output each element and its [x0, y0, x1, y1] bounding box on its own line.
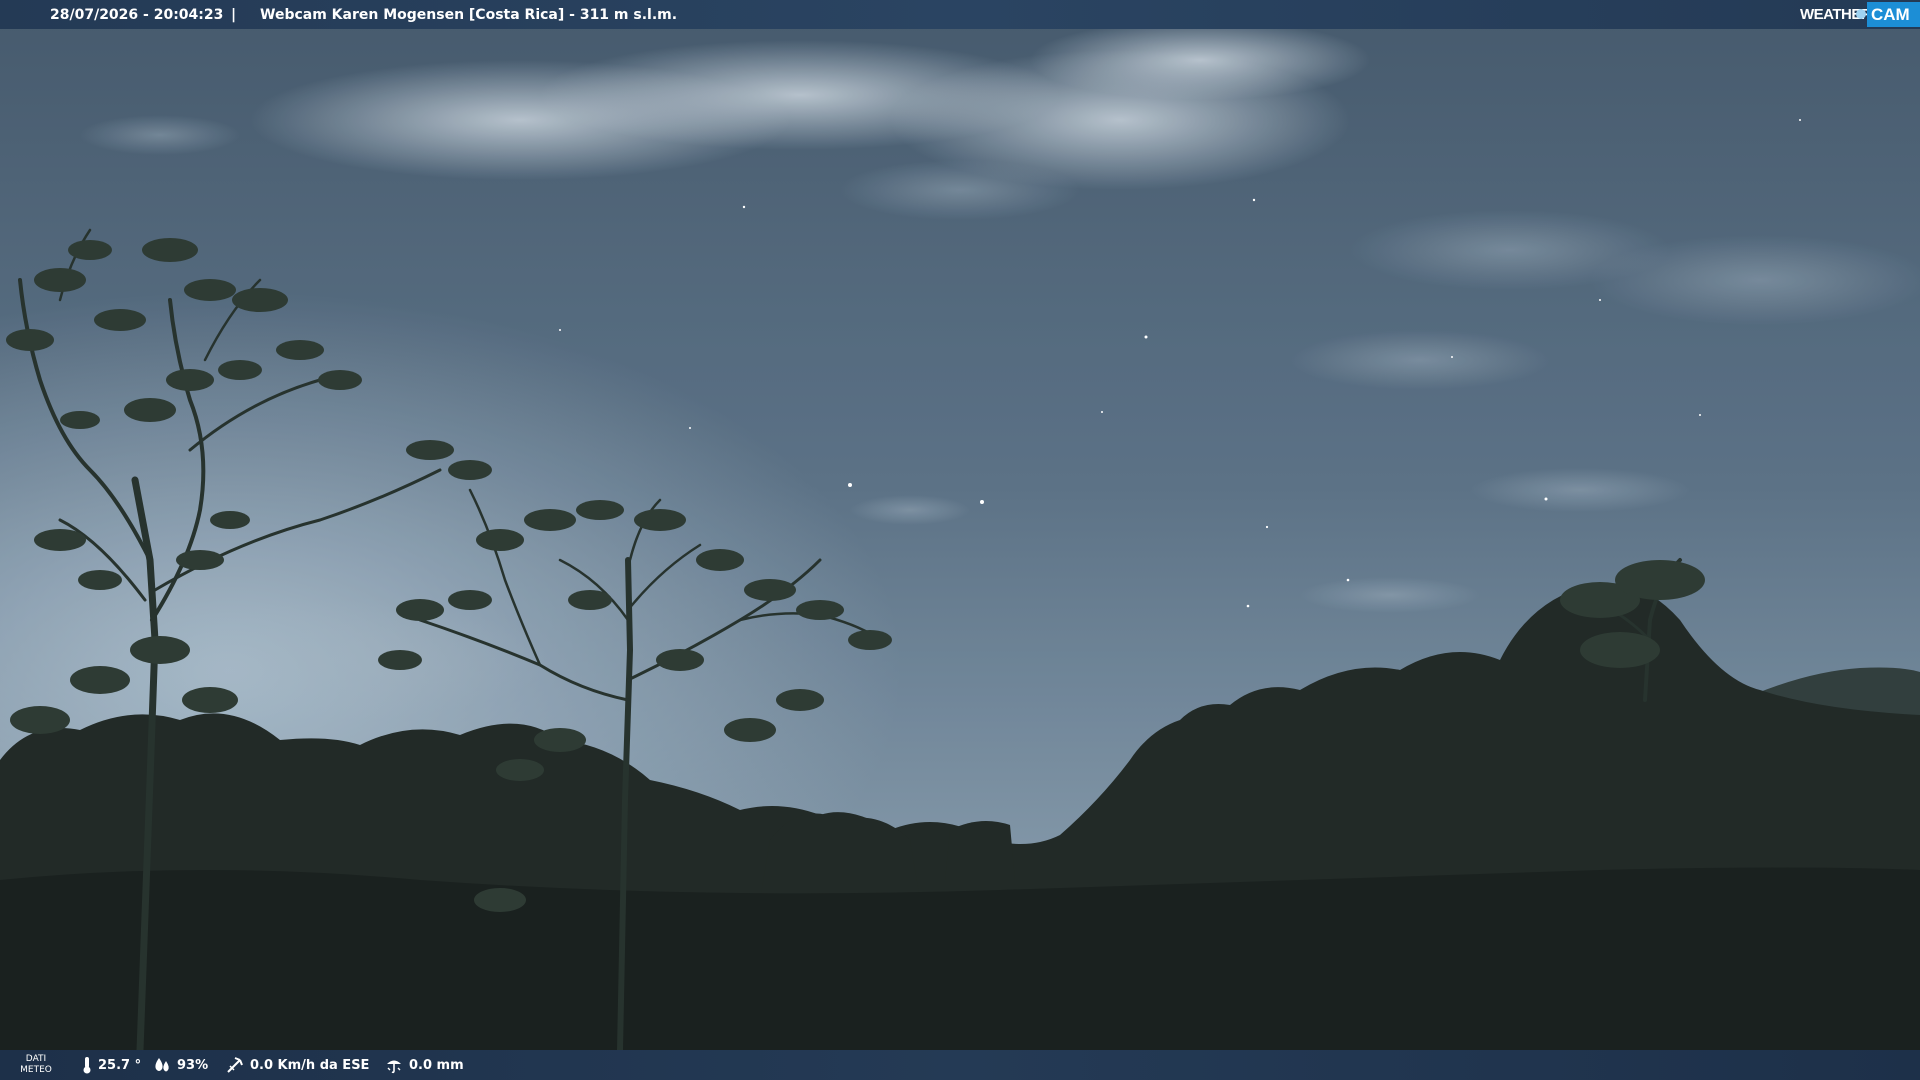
separator: |: [231, 7, 237, 23]
wind-readout: 0.0 Km/h da ESE: [226, 1050, 369, 1080]
rain-value: 0.0 mm: [409, 1057, 464, 1073]
image-noise: [0, 29, 1920, 1050]
logo-dot-icon: [1856, 9, 1866, 19]
humidity-drops-icon: [155, 1058, 169, 1072]
humidity-value: 93%: [177, 1057, 209, 1073]
logo-cam-text: CAM: [1867, 2, 1920, 27]
temperature-readout: 25.7 °: [82, 1050, 141, 1080]
meteo-bar: DATI METEO 25.7 ° 93% 0.0 Km/h da ESE 0.…: [0, 1050, 1920, 1080]
wind-direction-icon: [227, 1057, 243, 1073]
rain-readout: 0.0 mm: [385, 1050, 464, 1080]
meteo-label-line1: DATI: [25, 1054, 47, 1064]
wind-value: 0.0 Km/h da ESE: [250, 1057, 370, 1073]
weathercam-logo: WEATHER CAM: [1800, 0, 1920, 29]
webcam-image: [0, 0, 1920, 1080]
rain-gauge-icon: [387, 1060, 401, 1074]
header-bar: 28/07/2026 - 20:04:23 | Webcam Karen Mog…: [0, 0, 1920, 29]
meteo-label-line2: METEO: [20, 1065, 52, 1075]
humidity-readout: 93%: [153, 1050, 208, 1080]
meteo-label: DATI METEO: [18, 1054, 54, 1076]
timestamp: 28/07/2026 - 20:04:23: [50, 7, 224, 23]
temperature-value: 25.7 °: [98, 1057, 142, 1073]
thermometer-icon: [83, 1057, 91, 1074]
webcam-title: Webcam Karen Mogensen [Costa Rica] - 311…: [260, 7, 678, 23]
